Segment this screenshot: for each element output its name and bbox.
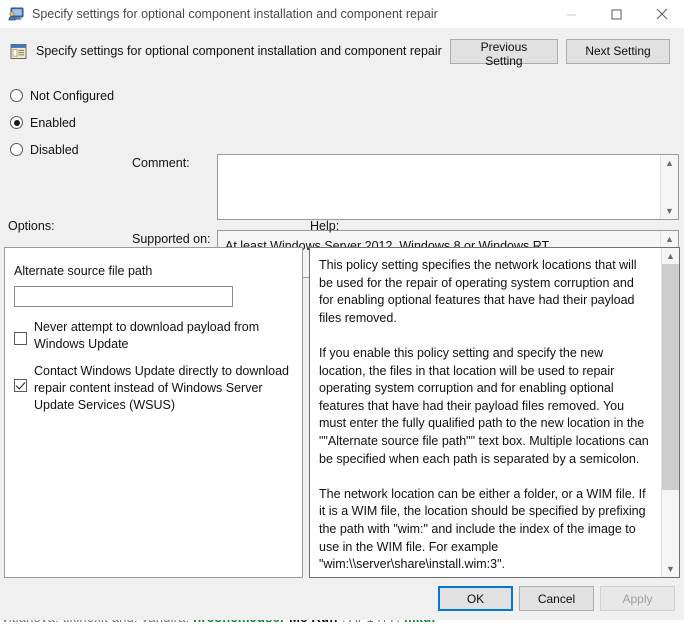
help-section-label: Help: bbox=[310, 219, 340, 233]
scroll-thumb[interactable] bbox=[662, 264, 679, 490]
supported-on-label: Supported on: bbox=[132, 232, 211, 246]
checkbox-label-never-download: Never attempt to download payload from W… bbox=[34, 320, 260, 351]
scroll-track[interactable] bbox=[661, 171, 678, 203]
maximize-icon[interactable] bbox=[594, 0, 639, 28]
comment-scrollbar[interactable]: ▲ ▼ bbox=[660, 155, 678, 219]
checkbox-indicator-contact-windows-update bbox=[14, 379, 27, 392]
checkbox-contact-windows-update[interactable]: Contact Windows Update directly to downl… bbox=[14, 363, 298, 414]
cancel-button[interactable]: Cancel bbox=[519, 586, 594, 611]
scroll-up-icon[interactable]: ▲ bbox=[662, 248, 679, 264]
scroll-up-icon[interactable]: ▲ bbox=[661, 155, 678, 171]
checkbox-never-download-payload[interactable]: Never attempt to download payload from W… bbox=[14, 319, 294, 353]
radio-indicator-disabled bbox=[10, 143, 23, 156]
help-scrollbar[interactable]: ▲ ▼ bbox=[661, 248, 679, 577]
previous-setting-button[interactable]: Previous Setting bbox=[449, 38, 558, 68]
policy-setting-dialog: Specify settings for optional component … bbox=[0, 0, 684, 620]
window-title: Specify settings for optional component … bbox=[32, 7, 438, 21]
title-bar: Specify settings for optional component … bbox=[0, 0, 684, 28]
apply-button[interactable]: Apply bbox=[600, 586, 675, 611]
options-panel: Alternate source file path Never attempt… bbox=[4, 247, 303, 578]
alternate-source-label: Alternate source file path bbox=[14, 264, 153, 278]
radio-label-enabled: Enabled bbox=[30, 115, 76, 130]
close-icon[interactable] bbox=[639, 0, 684, 28]
computer-user-icon bbox=[8, 6, 24, 22]
comment-textarea[interactable]: ▲ ▼ bbox=[217, 154, 679, 220]
alternate-source-input[interactable] bbox=[14, 286, 233, 307]
policy-setting-icon bbox=[10, 43, 27, 60]
state-radio-group: Not Configured Enabled Disabled bbox=[10, 82, 130, 163]
dialog-footer: OK Cancel Apply bbox=[0, 586, 684, 620]
ok-button[interactable]: OK bbox=[438, 586, 513, 611]
radio-enabled[interactable]: Enabled bbox=[10, 109, 130, 136]
checkbox-label-contact-windows-update: Contact Windows Update directly to downl… bbox=[34, 364, 289, 412]
scroll-track[interactable] bbox=[662, 264, 679, 561]
radio-label-disabled: Disabled bbox=[30, 142, 79, 157]
radio-disabled[interactable]: Disabled bbox=[10, 136, 130, 163]
radio-not-configured[interactable]: Not Configured bbox=[10, 82, 130, 109]
comment-label: Comment: bbox=[132, 156, 190, 170]
scroll-down-icon[interactable]: ▼ bbox=[661, 203, 678, 219]
next-setting-button[interactable]: Next Setting bbox=[566, 38, 670, 64]
help-text: This policy setting specifies the networ… bbox=[319, 258, 649, 572]
scroll-down-icon[interactable]: ▼ bbox=[662, 561, 679, 577]
scroll-up-icon[interactable]: ▲ bbox=[661, 231, 678, 247]
radio-indicator-enabled bbox=[10, 116, 23, 129]
top-section: Not Configured Enabled Disabled Comment:… bbox=[0, 74, 684, 278]
dialog-header: Specify settings for optional component … bbox=[0, 28, 684, 74]
radio-label-not-configured: Not Configured bbox=[30, 88, 115, 103]
radio-indicator-not-configured bbox=[10, 89, 23, 102]
help-panel: This policy setting specifies the networ… bbox=[309, 247, 680, 578]
checkbox-indicator-never-download bbox=[14, 332, 27, 345]
minimize-icon[interactable] bbox=[549, 0, 594, 28]
options-section-label: Options: bbox=[8, 219, 55, 233]
header-title: Specify settings for optional component … bbox=[36, 44, 442, 58]
